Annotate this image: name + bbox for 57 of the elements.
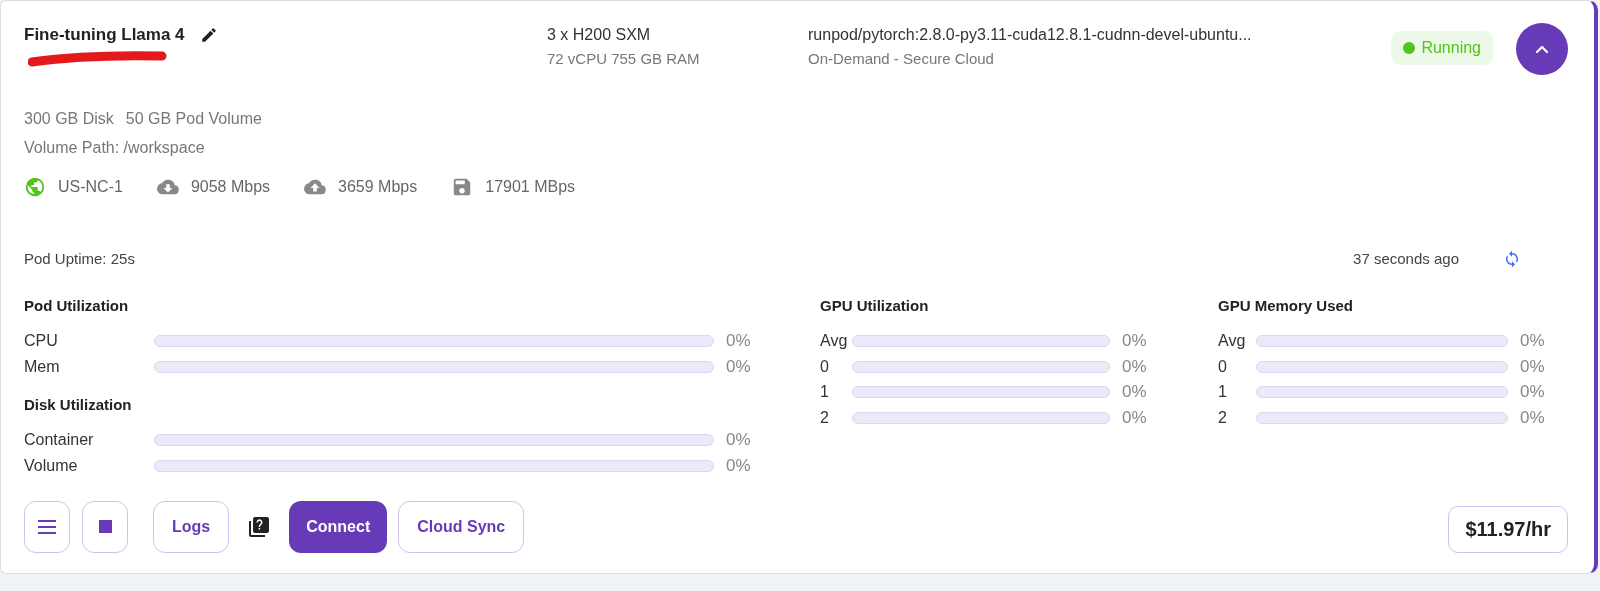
metric-value: 0%	[1520, 355, 1546, 378]
metric-label: Volume	[24, 455, 79, 476]
metric-value: 0%	[726, 429, 752, 452]
metric-value: 0%	[726, 355, 752, 378]
price-tag: $11.97/hr	[1448, 505, 1568, 553]
help-button[interactable]	[247, 514, 272, 539]
section-heading: GPU Memory Used	[1218, 296, 1354, 316]
pencil-icon	[199, 26, 218, 44]
storage-info: 50 GB Pod Volume	[125, 109, 262, 129]
menu-icon	[37, 518, 57, 535]
storage-info: 300 GB Disk	[24, 109, 114, 129]
metric-value: 0%	[726, 330, 752, 353]
metric-label: Mem	[24, 356, 61, 377]
network-stat: US-NC-1	[58, 177, 123, 197]
metric-label: 0	[820, 356, 830, 377]
metric-label: 2	[1218, 407, 1228, 428]
metric-label: Container	[24, 430, 95, 451]
pod-name: Fine-tuning Llama 4	[24, 24, 185, 47]
metric-label: Avg	[820, 330, 849, 351]
section-heading: Disk Utilization	[24, 395, 132, 416]
metric-label: 1	[1218, 382, 1228, 403]
metric-label: Avg	[1218, 330, 1247, 351]
collapse-button[interactable]	[1516, 23, 1568, 75]
network-stat: 17901 MBps	[485, 177, 576, 197]
metric-label: 2	[820, 407, 830, 428]
action-button[interactable]: Cloud Sync	[398, 500, 525, 553]
network-stat: 3659 Mbps	[338, 177, 418, 197]
pod-uptime: Pod Uptime: 25s	[24, 248, 135, 269]
network-stat: 9058 Mbps	[190, 177, 271, 197]
gpu-type: 3 x H200 SXM	[547, 25, 652, 45]
metric-label: 1	[820, 382, 830, 403]
section-heading: Pod Utilization	[24, 296, 129, 316]
metric-label: CPU	[24, 330, 59, 351]
metric-value: 0%	[1520, 407, 1546, 430]
section-heading: GPU Utilization	[820, 296, 929, 316]
metric-value: 0%	[726, 455, 752, 478]
metric-label: 0	[1218, 356, 1228, 377]
metric-value: 0%	[1520, 330, 1546, 353]
refresh-icon	[1503, 250, 1521, 268]
globe-icon	[24, 176, 46, 198]
stop-button[interactable]	[82, 500, 128, 553]
metric-value: 0%	[1122, 407, 1148, 430]
menu-button[interactable]	[24, 500, 70, 553]
action-button[interactable]: Logs	[153, 500, 230, 553]
stop-icon	[98, 520, 112, 534]
cloud-type: On-Demand - Secure Cloud	[808, 49, 995, 69]
help-icon	[247, 514, 272, 539]
status-label: Running	[1421, 38, 1481, 58]
container-image: runpod/pytorch:2.8.0-py3.11-cuda12.8.1-cudnn-devel-ubuntu...	[808, 25, 1253, 45]
gpu-specs: 72 vCPU 755 GB RAM	[547, 49, 701, 69]
metric-value: 0%	[1122, 355, 1148, 378]
metric-value: 0%	[1122, 330, 1148, 353]
volume-path: Volume Path: /workspace	[24, 138, 205, 158]
metric-value: 0%	[1520, 381, 1546, 404]
last-updated: 37 seconds ago	[1353, 248, 1459, 269]
connect-button[interactable]: Connect	[289, 500, 388, 553]
metric-value: 0%	[1122, 381, 1148, 404]
